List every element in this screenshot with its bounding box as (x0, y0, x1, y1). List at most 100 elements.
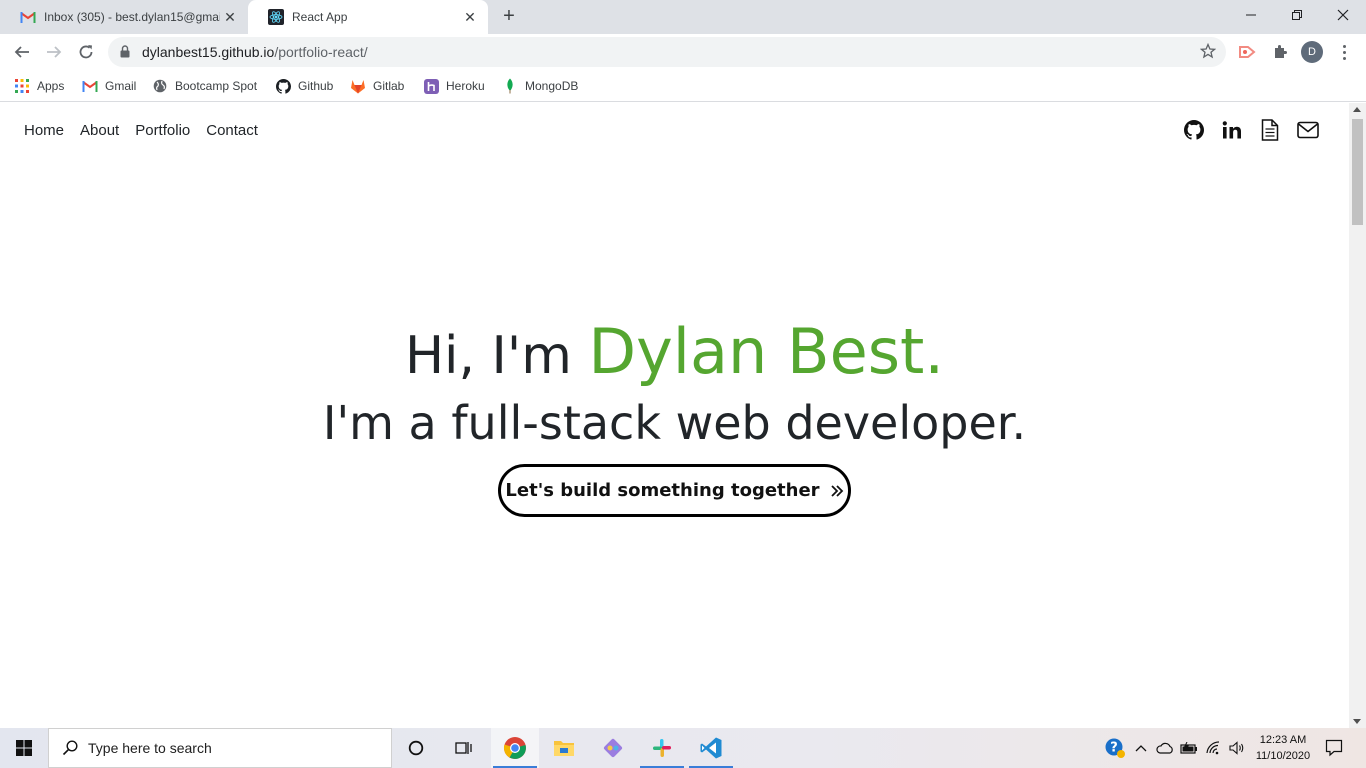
resume-document-icon[interactable] (1259, 119, 1281, 141)
taskbar-clock[interactable]: 12:23 AM 11/10/2020 (1250, 732, 1316, 764)
page-viewport: Home About Portfolio Contact Hi, I'm Dyl… (0, 103, 1366, 728)
back-button[interactable] (8, 38, 36, 66)
volume-tray-icon[interactable] (1227, 728, 1249, 768)
scroll-down-arrow[interactable] (1353, 719, 1361, 724)
reload-button[interactable] (72, 38, 100, 66)
bookmark-bootcamp-spot[interactable]: Bootcamp Spot (152, 76, 257, 96)
url-path: /portfolio-react/ (274, 44, 368, 60)
gitlab-icon (350, 78, 366, 94)
onedrive-tray-icon[interactable] (1154, 728, 1176, 768)
slack-icon (653, 739, 671, 757)
browser-tab-strip: Inbox (305) - best.dylan15@gmail.com - G… (0, 0, 1366, 34)
bookmark-gmail[interactable]: Gmail (82, 76, 136, 96)
bookmark-label: MongoDB (525, 79, 579, 93)
taskbar-file-explorer[interactable] (540, 728, 588, 768)
mongodb-leaf-icon (502, 78, 518, 94)
taskbar-vscode[interactable] (687, 728, 735, 768)
task-view-icon (455, 742, 472, 754)
show-hidden-icons[interactable] (1132, 728, 1150, 768)
vscode-icon (700, 737, 722, 759)
cortana-icon (408, 740, 424, 756)
battery-tray-icon[interactable] (1178, 728, 1200, 768)
bookmark-apps[interactable]: Apps (14, 76, 64, 96)
heroku-icon (423, 78, 439, 94)
close-tab-icon[interactable]: ✕ (222, 9, 238, 25)
scroll-up-arrow[interactable] (1353, 107, 1361, 112)
lock-icon (120, 45, 130, 63)
clock-date: 11/10/2020 (1255, 750, 1311, 762)
gmail-icon (20, 9, 36, 25)
close-window-button[interactable] (1320, 0, 1366, 30)
cloud-icon (1156, 742, 1173, 754)
profile-avatar[interactable]: D (1301, 41, 1323, 63)
search-placeholder: Type here to search (88, 740, 212, 756)
minimize-button[interactable] (1228, 0, 1274, 30)
clock-time: 12:23 AM (1259, 734, 1307, 746)
bookmark-heroku[interactable]: Heroku (423, 76, 485, 96)
taskbar-search-box[interactable]: Type here to search (48, 728, 392, 768)
search-icon (62, 740, 78, 756)
windows-taskbar: Type here to search ? 12:23 AM 11/10/202… (0, 728, 1366, 768)
address-bar[interactable]: dylanbest15.github.io/portfolio-react/ (108, 37, 1226, 67)
close-tab-icon[interactable]: ✕ (462, 9, 478, 25)
github-icon (275, 78, 291, 94)
speaker-icon (1229, 741, 1244, 755)
bookmark-mongodb[interactable]: MongoDB (502, 76, 578, 96)
tab-react-app[interactable]: React App ✕ (248, 0, 488, 34)
wifi-tray-icon[interactable] (1203, 728, 1225, 768)
battery-icon (1180, 742, 1197, 754)
taskbar-slack[interactable] (638, 728, 686, 768)
page-scrollbar[interactable] (1349, 103, 1366, 728)
social-links (1183, 119, 1319, 141)
tab-title: React App (292, 10, 348, 24)
site-nav: Home About Portfolio Contact (24, 122, 258, 139)
linkedin-icon[interactable] (1221, 119, 1243, 141)
nav-contact-link[interactable]: Contact (206, 122, 258, 139)
gmail-icon (82, 78, 98, 94)
hero-section: Hi, I'm Dylan Best. I'm a full-stack web… (0, 315, 1349, 517)
hero-name: Dylan Best. (588, 315, 945, 388)
new-tab-button[interactable]: + (498, 6, 520, 28)
bookmark-label: Gitlab (373, 79, 405, 93)
task-view-button[interactable] (440, 728, 488, 768)
react-icon (268, 9, 284, 25)
folder-icon (554, 741, 574, 756)
help-tray-icon[interactable]: ? (1102, 728, 1128, 768)
scrollbar-thumb[interactable] (1352, 119, 1363, 225)
hero-heading: Hi, I'm Dylan Best. (0, 315, 1349, 393)
extension-icon[interactable] (1237, 42, 1257, 62)
forward-button[interactable] (40, 38, 68, 66)
extensions-puzzle-icon[interactable] (1270, 42, 1290, 62)
nav-about-link[interactable]: About (80, 122, 119, 139)
chrome-icon (503, 737, 526, 759)
bookmark-star-icon[interactable] (1199, 42, 1217, 64)
start-button[interactable] (0, 728, 48, 768)
gitkraken-icon (603, 738, 623, 758)
cortana-button[interactable] (392, 728, 440, 768)
restore-button[interactable] (1274, 0, 1320, 30)
bookmark-label: Heroku (446, 79, 485, 93)
svg-text:?: ? (1110, 741, 1118, 756)
tab-gmail-inbox[interactable]: Inbox (305) - best.dylan15@gmail.com - G… (0, 0, 248, 34)
double-chevron-right-icon (830, 484, 844, 498)
help-question-icon: ? (1105, 738, 1125, 758)
cta-button[interactable]: Let's build something together (498, 464, 851, 517)
browser-menu-icon[interactable] (1334, 42, 1354, 62)
github-icon[interactable] (1183, 119, 1205, 141)
nav-portfolio-link[interactable]: Portfolio (135, 122, 190, 139)
hero-subtitle: I'm a full-stack web developer. (322, 396, 1027, 450)
taskbar-chrome[interactable] (491, 728, 539, 768)
tab-title: Inbox (305) - best.dylan15@gmail.com - G… (44, 10, 220, 24)
bookmark-label: Github (298, 79, 334, 93)
wifi-icon (1206, 741, 1220, 755)
bookmark-label: Bootcamp Spot (175, 79, 258, 93)
action-center-button[interactable] (1320, 728, 1348, 768)
url-text: dylanbest15.github.io/portfolio-react/ (142, 44, 368, 60)
taskbar-git-app[interactable] (589, 728, 637, 768)
bookmarks-bar: Apps Gmail Bootcamp Spot Github Gitlab H… (0, 70, 1366, 102)
globe-icon (152, 78, 168, 94)
bookmark-github[interactable]: Github (275, 76, 333, 96)
nav-home-link[interactable]: Home (24, 122, 64, 139)
email-envelope-icon[interactable] (1297, 119, 1319, 141)
bookmark-gitlab[interactable]: Gitlab (350, 76, 404, 96)
